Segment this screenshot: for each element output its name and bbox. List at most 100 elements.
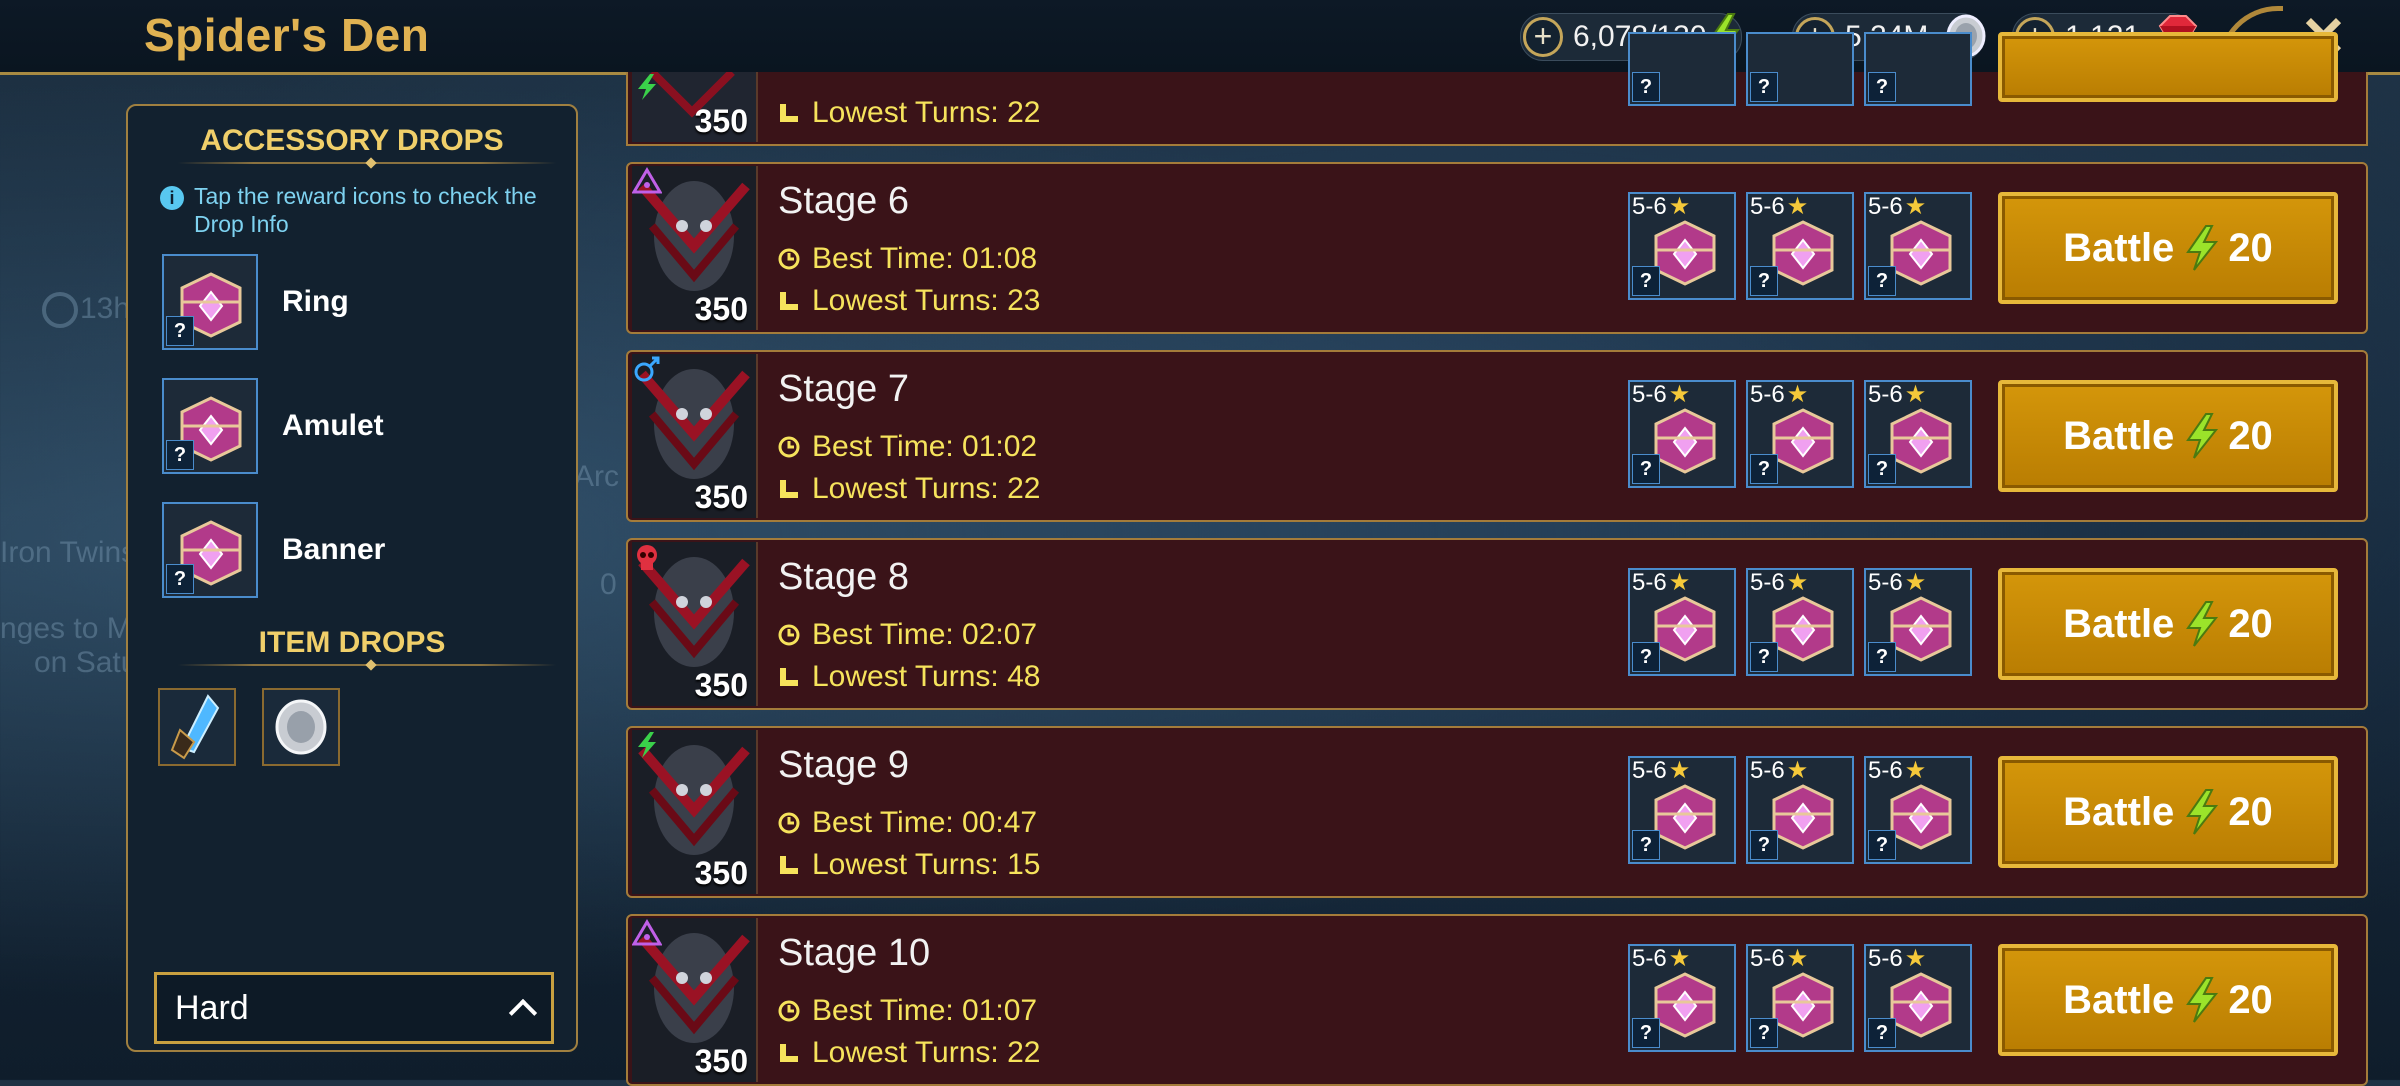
lowest-turns: Lowest Turns: 15 <box>778 848 1040 882</box>
energy-bolt-icon <box>2186 789 2219 835</box>
banner-info-marker: ? <box>166 564 194 594</box>
battle-button[interactable]: Battle 20 <box>1998 380 2338 492</box>
battle-cost: 20 <box>2228 789 2273 834</box>
energy-bolt-icon <box>2186 413 2219 459</box>
accessory-drop-slot[interactable]: 5-6 ★? <box>1628 192 1736 300</box>
stage-name: Stage 7 <box>778 368 909 410</box>
accessory-banner[interactable]: ? Banner <box>162 502 385 598</box>
turns-icon <box>780 856 798 874</box>
accessory-drop-slot[interactable]: 5-6 ★? <box>1746 380 1854 488</box>
drop-slot[interactable]: ? <box>1746 32 1854 106</box>
accessory-drop-slot[interactable]: 5-6 ★? <box>1746 192 1854 300</box>
background-text-misc2: 0 <box>600 568 617 601</box>
stage-row[interactable]: 350 Stage 9 Best Time: 00:47 Lowest Turn… <box>626 726 2368 898</box>
accessory-drop-slot[interactable]: 5-6 ★? <box>1628 944 1736 1052</box>
accessory-amulet[interactable]: ? Amulet <box>162 378 384 474</box>
lowest-turns: Lowest Turns: 22 <box>778 472 1040 506</box>
accessory-drop-slot[interactable]: 5-6 ★? <box>1746 568 1854 676</box>
drop-info-marker: ? <box>1632 266 1660 296</box>
clock-icon <box>778 812 800 834</box>
silver-coin-icon[interactable] <box>262 688 340 766</box>
info-text: Tap the reward icons to check the Drop I… <box>194 183 537 237</box>
stage-row[interactable]: 350 Stage 8 Best Time: 02:07 Lowest Turn… <box>626 538 2368 710</box>
lowest-turns: Lowest Turns: 22 <box>778 1036 1040 1070</box>
void-affinity-icon <box>632 919 662 946</box>
drop-info-marker: ? <box>1868 642 1896 672</box>
drop-info-marker: ? <box>1632 1018 1660 1048</box>
lowest-turns: Lowest Turns: 23 <box>778 284 1040 318</box>
add-energy-button[interactable]: + <box>1523 17 1563 57</box>
drop-slot[interactable]: ? <box>1864 32 1972 106</box>
stage-power: 350 <box>694 103 748 139</box>
accessory-drop-slot[interactable]: 5-6 ★? <box>1864 380 1972 488</box>
battle-button[interactable]: Battle 20 <box>1998 756 2338 868</box>
drop-info-marker: ? <box>1868 830 1896 860</box>
blue-shard-icon[interactable] <box>158 688 236 766</box>
drop-info-marker: ? <box>1750 830 1778 860</box>
accessory-drop-slot[interactable]: 5-6 ★? <box>1628 756 1736 864</box>
accessory-drop-slot[interactable]: 5-6 ★? <box>1628 380 1736 488</box>
stage-name: Stage 6 <box>778 180 909 222</box>
energy-bolt-icon <box>2186 977 2219 1023</box>
boss-portrait: 350 <box>632 166 758 330</box>
stage-row[interactable]: 350 Stage 7 Best Time: 01:02 Lowest Turn… <box>626 350 2368 522</box>
force-affinity-icon <box>637 545 657 570</box>
accessory-drop-slot[interactable]: 5-6 ★? <box>1746 944 1854 1052</box>
stage-row-partial[interactable]: 350 Lowest Turns: 22 ? ? ? <box>626 32 2368 146</box>
turns-icon <box>780 292 798 310</box>
drop-info-marker: ? <box>1632 454 1660 484</box>
battle-label: Battle <box>2063 789 2175 834</box>
accessory-label: Ring <box>282 285 349 318</box>
drop-info-marker: ? <box>1868 1018 1896 1048</box>
battle-label: Battle <box>2063 977 2175 1022</box>
drop-info-marker: ? <box>1868 454 1896 484</box>
accessory-drop-slot[interactable]: 5-6 ★? <box>1864 756 1972 864</box>
accessory-drop-slot[interactable]: 5-6 ★? <box>1864 192 1972 300</box>
accessory-drop-slot[interactable]: 5-6 ★? <box>1864 944 1972 1052</box>
stage-name: Stage 10 <box>778 932 931 974</box>
amulet-chest-icon[interactable]: ? <box>162 378 258 474</box>
boss-portrait: 350 <box>632 72 758 142</box>
battle-button[interactable] <box>1998 32 2338 102</box>
stage-row[interactable]: 350 Stage 10 Best Time: 01:07 Lowest Tur… <box>626 914 2368 1086</box>
turns-icon <box>780 480 798 498</box>
battle-label: Battle <box>2063 225 2175 270</box>
battle-label: Battle <box>2063 601 2175 646</box>
drops-panel: ACCESSORY DROPS i Tap the reward icons t… <box>126 104 578 1052</box>
background-champion-name: Iron Twins <box>0 536 137 569</box>
clock-icon <box>778 436 800 458</box>
battle-button[interactable]: Battle 20 <box>1998 192 2338 304</box>
stage-power: 350 <box>694 1043 748 1079</box>
turns-icon <box>780 104 798 122</box>
background-text-line2: on Satu <box>34 646 138 679</box>
spirit-affinity-icon <box>638 732 656 758</box>
drop-slot[interactable]: ? <box>1628 32 1736 106</box>
header-divider <box>178 664 556 666</box>
accessory-drop-slot[interactable]: 5-6 ★? <box>1628 568 1736 676</box>
drop-info-marker: ? <box>1750 454 1778 484</box>
lowest-turns: Lowest Turns: 48 <box>778 660 1040 694</box>
accessory-drop-slot[interactable]: 5-6 ★? <box>1864 568 1972 676</box>
turns-icon <box>780 668 798 686</box>
battle-button[interactable]: Battle 20 <box>1998 568 2338 680</box>
stage-power: 350 <box>694 855 748 891</box>
ring-chest-icon[interactable]: ? <box>162 254 258 350</box>
amulet-info-marker: ? <box>166 440 194 470</box>
best-time: Best Time: 01:08 <box>778 242 1037 276</box>
accessory-drop-slot[interactable]: 5-6 ★? <box>1746 756 1854 864</box>
best-time: Best Time: 01:07 <box>778 994 1037 1028</box>
drop-info-marker: ? <box>1632 830 1660 860</box>
difficulty-dropdown[interactable]: Hard <box>154 972 554 1044</box>
difficulty-value: Hard <box>175 988 249 1027</box>
accessory-drops-header: ACCESSORY DROPS <box>200 124 504 157</box>
accessory-ring[interactable]: ? Ring <box>162 254 349 350</box>
boss-portrait: 350 <box>632 918 758 1082</box>
stage-row[interactable]: 350 Stage 6 Best Time: 01:08 Lowest Turn… <box>626 162 2368 334</box>
battle-button[interactable]: Battle 20 <box>1998 944 2338 1056</box>
accessory-label: Banner <box>282 533 386 566</box>
stage-power: 350 <box>694 479 748 515</box>
banner-chest-icon[interactable]: ? <box>162 502 258 598</box>
stage-name: Stage 8 <box>778 556 909 598</box>
info-icon: i <box>160 186 184 210</box>
item-drops-header: ITEM DROPS <box>258 626 446 659</box>
